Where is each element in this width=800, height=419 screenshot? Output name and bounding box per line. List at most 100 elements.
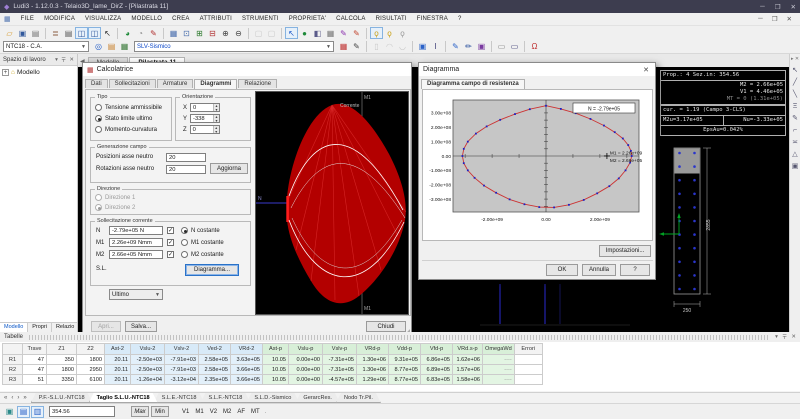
result-m1[interactable]: M1 [192, 409, 206, 415]
cell[interactable]: 20.11 [105, 375, 131, 385]
menu-calcola[interactable]: CALCOLA [331, 16, 370, 22]
section-cut-icon[interactable]: ◧ [311, 27, 324, 39]
chevron-down-icon[interactable]: ▾ [55, 57, 58, 63]
cell[interactable]: 350 [47, 355, 77, 365]
col-header-Vslv-p[interactable]: Vslv-p [323, 344, 357, 355]
cell[interactable]: -7.31e+05 [323, 365, 357, 375]
panel-drag-handle[interactable] [29, 335, 769, 340]
sheet-tab-p-f-s-l-u-ntc18[interactable]: P.F.-S.L.U.-NTC18 [31, 393, 93, 403]
report-icon[interactable]: ▤ [105, 41, 118, 53]
remove-selection-icon[interactable]: ⊟ [206, 27, 219, 39]
expand-icon[interactable]: + [2, 69, 9, 76]
cell[interactable]: -2.50e+03 [131, 365, 165, 375]
aggiorna-button[interactable]: Aggiorna [210, 163, 248, 174]
context-help-icon[interactable]: ↖ [101, 27, 114, 39]
m2-field[interactable]: 2.66e+05 Nmm [109, 250, 163, 259]
cell[interactable]: 1800 [77, 355, 105, 365]
close-icon[interactable]: ✕ [641, 66, 651, 74]
side-slope-icon[interactable]: △ [790, 148, 800, 160]
table-view-icon[interactable]: ▦ [118, 41, 131, 53]
diagramma-button[interactable]: Diagramma... [185, 264, 239, 276]
arc-up-icon[interactable]: ◠ [383, 41, 396, 53]
block-purple-icon[interactable]: ▣ [475, 41, 488, 53]
sheet-tab-nodo-tr-pil-[interactable]: Nodo Tr.Pil. [336, 393, 381, 403]
annotate-icon[interactable]: ✎ [350, 27, 363, 39]
cell[interactable]: ---- [483, 375, 515, 385]
cell[interactable]: ---- [483, 365, 515, 375]
child-minimize-icon[interactable]: ─ [758, 15, 763, 23]
z-spinner[interactable]: 0▲▼ [190, 125, 220, 134]
col-header-VRd-p[interactable]: VRd-p [357, 344, 389, 355]
menu-modello[interactable]: MODELLO [126, 16, 167, 22]
max-button[interactable]: Max [131, 406, 149, 417]
child-restore-icon[interactable]: ❐ [772, 15, 778, 23]
sheet-tab-s-l-d-sismico[interactable]: S.L.D.-Sismico [246, 393, 299, 403]
col-header-Vslv-2[interactable]: Vslv-2 [165, 344, 199, 355]
col-header-Ast-2[interactable]: Ast-2 [105, 344, 131, 355]
tab-campo-resistenza[interactable]: Diagramma campo di resistenza [421, 79, 525, 89]
result-af[interactable]: AF [234, 409, 248, 415]
load-case-combo[interactable]: SLV-Sismico▼ [134, 41, 334, 52]
help-button[interactable]: ? [620, 264, 650, 276]
cell[interactable]: 8.77e+05 [389, 375, 421, 385]
render-wire-icon[interactable]: ◔ [134, 27, 147, 39]
cell[interactable] [514, 355, 542, 365]
cell[interactable]: 1.58e+06 [453, 375, 483, 385]
radio-n-costante[interactable]: N costante [181, 227, 220, 234]
beam-section-icon[interactable]: Ι [429, 41, 442, 53]
radio-momento[interactable]: Momento-curvatura [95, 126, 157, 133]
view-layers-icon[interactable]: ◫ [88, 27, 101, 39]
cell[interactable]: 1.57e+06 [453, 365, 483, 375]
toolbar-close-icon[interactable]: ✕ [795, 56, 799, 62]
cell[interactable]: 47 [23, 355, 47, 365]
sheet-tab-gerarcres-[interactable]: GerarcRes. [295, 393, 340, 403]
section-view[interactable]: Prop.: 4 Sez.in: 354.56 M2 = 2.66e+05 V1… [658, 68, 789, 332]
toolbar-expand-icon[interactable]: ▸ [791, 56, 794, 62]
norm-combo[interactable]: NTC18 - C.A.▼ [3, 41, 89, 52]
cell[interactable]: 3.63e+05 [231, 355, 263, 365]
cell[interactable]: -7.91e+03 [165, 365, 199, 375]
result-value-field[interactable]: 354.56 [49, 406, 115, 417]
menu-visualizza[interactable]: VISUALIZZA [80, 16, 126, 22]
cell[interactable]: 6.83e+05 [421, 375, 453, 385]
calcolatrice-title-bar[interactable]: ▦ Calcolatrice [83, 63, 411, 76]
tab-sollecitazioni[interactable]: Sollecitazioni [109, 79, 156, 88]
side-measure-icon[interactable]: ≍ [790, 136, 800, 148]
col-header-Ved-2[interactable]: Ved-2 [199, 344, 231, 355]
cell[interactable]: 2.35e+05 [199, 375, 231, 385]
rotazioni-field[interactable]: 20 [166, 165, 206, 174]
sphere-icon[interactable]: ● [298, 27, 311, 39]
impostazioni-button[interactable]: Impostazioni... [599, 245, 651, 257]
col-header-Vdd-p[interactable]: Vdd-p [389, 344, 421, 355]
radio-m2-costante[interactable]: M2 costante [181, 251, 224, 258]
close-icon[interactable]: ✕ [69, 57, 74, 63]
zoom-out-icon[interactable]: ⊖ [232, 27, 245, 39]
diagramma-title-bar[interactable]: Diagramma ✕ [419, 63, 655, 76]
rotate-icon[interactable]: ▢ [265, 27, 278, 39]
radio-slu[interactable]: Stato limite ultimo [95, 115, 152, 122]
tab-armature[interactable]: Armature [157, 79, 194, 88]
result-v2[interactable]: V2 [207, 409, 220, 415]
cell[interactable]: 9.31e+05 [389, 355, 421, 365]
sl-select[interactable]: Ultimo▼ [109, 289, 163, 300]
pen-dark-icon[interactable]: ✏ [462, 41, 475, 53]
menu-strumenti[interactable]: STRUMENTI [237, 16, 284, 22]
menu-file[interactable]: FILE [16, 16, 39, 22]
posizioni-field[interactable]: 20 [166, 153, 206, 162]
pin-icon[interactable]: 〒 [61, 56, 67, 64]
design-check-icon[interactable]: ◎ [92, 41, 105, 53]
render-solid-icon[interactable]: ◕ [121, 27, 134, 39]
cell[interactable]: 2.58e+05 [199, 355, 231, 365]
cell[interactable]: 20.11 [105, 365, 131, 375]
minimize-icon[interactable]: ─ [760, 3, 765, 11]
col-header-Ast-p[interactable]: Ast-p [263, 344, 289, 355]
diagram-mode-icon[interactable]: ▤ [17, 406, 30, 418]
select-window-icon[interactable]: ⊡ [180, 27, 193, 39]
draw-color-icon[interactable]: ✎ [147, 27, 160, 39]
cell[interactable]: R3 [3, 375, 23, 385]
cell[interactable]: 1.30e+06 [357, 365, 389, 375]
cell[interactable]: R2 [3, 365, 23, 375]
values-mode-icon[interactable]: ▥ [31, 406, 44, 418]
print-preview-icon[interactable]: ▤ [62, 27, 75, 39]
col-header-row[interactable] [3, 344, 23, 355]
